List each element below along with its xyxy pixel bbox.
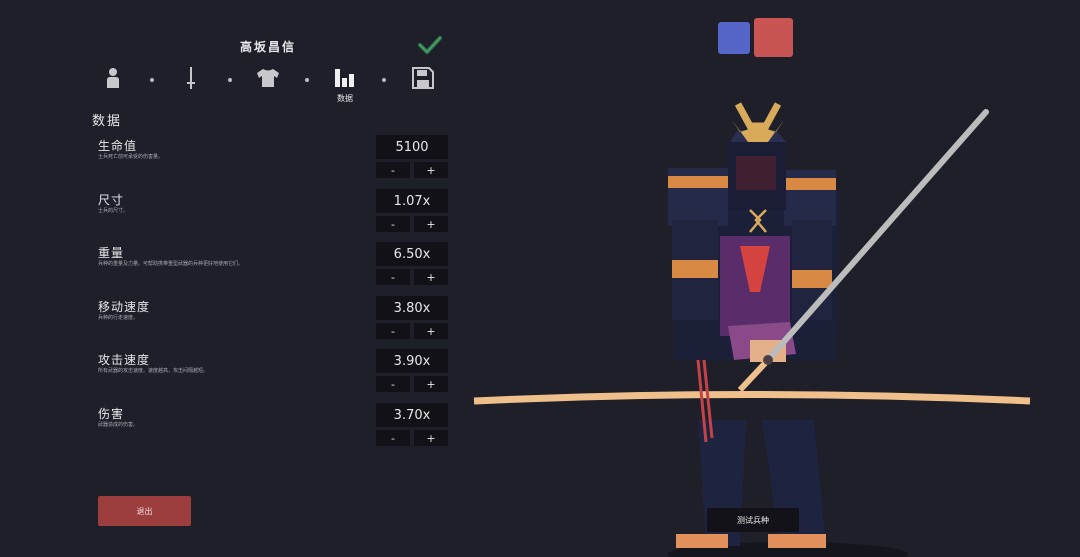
stat-name: 伤害 bbox=[98, 407, 125, 421]
stat-name: 生命值 bbox=[98, 139, 138, 153]
stat-value[interactable]: 6.50x bbox=[376, 242, 448, 266]
tab-unit-base[interactable] bbox=[99, 66, 127, 94]
stats-icon bbox=[334, 68, 356, 92]
tab-weapons[interactable] bbox=[177, 66, 205, 94]
stat-value[interactable]: 1.07x bbox=[376, 189, 448, 213]
samurai-figure bbox=[668, 102, 840, 548]
stat-name: 尺寸 bbox=[98, 193, 125, 207]
tab-separator bbox=[382, 78, 386, 82]
stat-value[interactable]: 5100 bbox=[376, 135, 448, 159]
decrease-button[interactable]: - bbox=[376, 216, 410, 232]
stat-row-size: 尺寸 士兵的尺寸。 1.07x - + bbox=[98, 189, 450, 237]
decrease-button[interactable]: - bbox=[376, 323, 410, 339]
person-icon bbox=[105, 67, 121, 93]
stat-description: 所有武器的攻击速度。速度越高，攻击间隔越短。 bbox=[98, 368, 209, 374]
stat-row-move-speed: 移动速度 兵种的行走速度。 3.80x - + bbox=[98, 296, 450, 344]
increase-button[interactable]: + bbox=[414, 216, 448, 232]
stat-name: 攻击速度 bbox=[98, 353, 151, 367]
tab-separator bbox=[150, 78, 154, 82]
stat-value[interactable]: 3.80x bbox=[376, 296, 448, 320]
shirt-icon bbox=[256, 68, 280, 92]
decrease-button[interactable]: - bbox=[376, 430, 410, 446]
stat-name: 重量 bbox=[98, 246, 125, 260]
stat-description: 武器造成的伤害。 bbox=[98, 422, 139, 428]
stat-row-damage: 伤害 武器造成的伤害。 3.70x - + bbox=[98, 403, 450, 451]
blue-team-swatch[interactable] bbox=[718, 22, 750, 54]
decrease-button[interactable]: - bbox=[376, 376, 410, 392]
tab-stats[interactable] bbox=[331, 66, 359, 94]
stat-row-weight: 重量 兵种的重量及力量。可帮助携带重型武器的兵种更好地使用它们。 6.50x -… bbox=[98, 242, 450, 290]
unit-preview bbox=[473, 102, 1031, 557]
save-icon bbox=[412, 67, 434, 93]
increase-button[interactable]: + bbox=[414, 376, 448, 392]
tab-clothing[interactable] bbox=[254, 66, 282, 94]
increase-button[interactable]: + bbox=[414, 269, 448, 285]
sword-icon bbox=[186, 66, 196, 94]
confirm-check-icon[interactable] bbox=[417, 33, 443, 57]
stat-value[interactable]: 3.90x bbox=[376, 349, 448, 373]
tab-separator bbox=[228, 78, 232, 82]
stat-name: 移动速度 bbox=[98, 300, 151, 314]
stat-description: 兵种的重量及力量。可帮助携带重型武器的兵种更好地使用它们。 bbox=[98, 261, 244, 267]
red-team-swatch[interactable] bbox=[754, 18, 793, 57]
unit-editor-panel: 高坂昌信 数据 数据 生命值 士兵死亡前可承受的伤害量。 5100 - + 尺寸… bbox=[0, 0, 470, 557]
stat-row-health: 生命值 士兵死亡前可承受的伤害量。 5100 - + bbox=[98, 135, 450, 183]
unit-name: 高坂昌信 bbox=[239, 40, 296, 54]
decrease-button[interactable]: - bbox=[376, 269, 410, 285]
increase-button[interactable]: + bbox=[414, 430, 448, 446]
section-title: 数据 bbox=[92, 114, 123, 129]
stat-description: 兵种的行走速度。 bbox=[98, 315, 139, 321]
increase-button[interactable]: + bbox=[414, 162, 448, 178]
exit-button[interactable]: 退出 bbox=[98, 496, 191, 526]
tab-save[interactable] bbox=[409, 66, 437, 94]
stat-description: 士兵的尺寸。 bbox=[98, 208, 129, 214]
test-unit-button[interactable]: 测试兵种 bbox=[707, 508, 799, 532]
stat-value[interactable]: 3.70x bbox=[376, 403, 448, 427]
decrease-button[interactable]: - bbox=[376, 162, 410, 178]
tab-separator bbox=[305, 78, 309, 82]
tab-stats-label: 数据 bbox=[337, 94, 353, 103]
increase-button[interactable]: + bbox=[414, 323, 448, 339]
stat-row-attack-speed: 攻击速度 所有武器的攻击速度。速度越高，攻击间隔越短。 3.90x - + bbox=[98, 349, 450, 397]
spear-shaft bbox=[473, 391, 1031, 405]
stat-description: 士兵死亡前可承受的伤害量。 bbox=[98, 154, 164, 160]
